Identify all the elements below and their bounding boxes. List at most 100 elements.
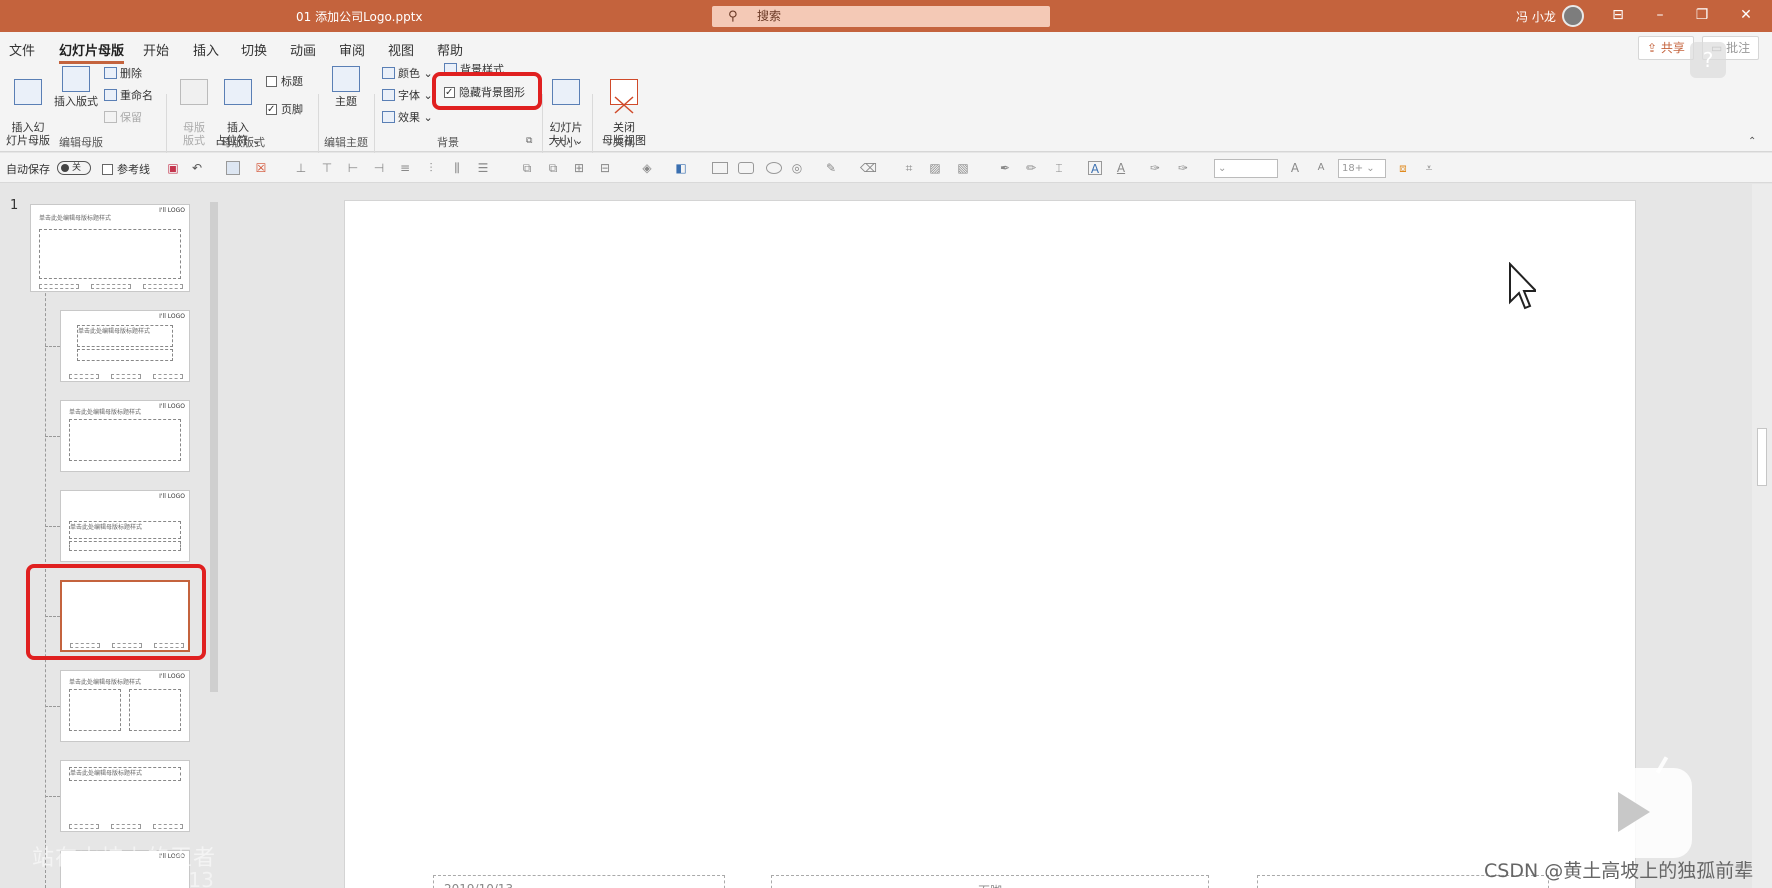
delete-button[interactable]: 删除 (104, 66, 142, 82)
insert-layout-button[interactable]: 插入版式 (52, 66, 100, 108)
font-color-icon[interactable]: A (1114, 161, 1128, 175)
thumbnail-footer (91, 284, 131, 289)
decrease-font-icon[interactable]: A (1314, 161, 1328, 175)
fonts-label: 字体 ⌄ (398, 89, 433, 102)
pencil-icon[interactable]: ✏ (1024, 161, 1038, 175)
autosave-toggle[interactable]: 关 (57, 161, 91, 175)
slide-master-thumbnail[interactable]: I'll LOGO 单击此处编辑母版标题样式 (30, 204, 190, 292)
guides-checkbox-box[interactable] (102, 164, 113, 175)
send-backward-icon[interactable]: ⧉ (546, 161, 560, 175)
tab-slide-master[interactable]: 幻灯片母版 (59, 40, 125, 64)
layout-thumbnail-section-header[interactable]: I'll LOGO 单击此处编辑母版标题样式 (60, 490, 190, 562)
guides-checkbox[interactable]: 参考线 (102, 161, 150, 177)
close-x-icon (614, 96, 634, 114)
oval-icon[interactable] (766, 162, 782, 174)
freeform-icon[interactable]: ✎ (824, 161, 838, 175)
title-checkbox-label: 标题 (281, 75, 303, 88)
thumbnail-body-left (69, 689, 121, 731)
footer-placeholder[interactable]: 页脚 (771, 875, 1209, 888)
align-right-icon[interactable]: ⊣ (372, 161, 386, 175)
rename-label: 重命名 (120, 89, 153, 102)
eraser-icon[interactable]: ⌫ (860, 161, 877, 175)
tab-file[interactable]: 文件 (9, 40, 35, 59)
align-bottom-icon[interactable]: ⊥ (294, 161, 308, 175)
footer-checkbox-box[interactable] (266, 102, 277, 118)
tab-animations[interactable]: 动画 (290, 40, 316, 59)
align-middle-icon[interactable]: ≡ (398, 161, 412, 175)
search-box[interactable]: ⚲ 搜索 (712, 6, 1050, 27)
theme-button[interactable]: 主题 (326, 66, 366, 108)
pen-icon[interactable]: ✒ (998, 161, 1012, 175)
footer-checkbox[interactable]: 页脚 (266, 102, 303, 118)
font-size-combo[interactable]: 18+ ⌄ (1338, 159, 1386, 178)
shape-outline-icon[interactable]: ◧ (674, 161, 688, 175)
layout-tree-tick (45, 706, 60, 707)
tab-help[interactable]: 帮助 (437, 40, 463, 59)
tab-transitions[interactable]: 切换 (241, 40, 267, 59)
avatar[interactable] (1562, 5, 1584, 27)
canvas-scrollbar[interactable] (1752, 184, 1772, 888)
ungroup-icon[interactable]: ⊟ (598, 161, 612, 175)
preserve-button[interactable]: 保留 (104, 110, 142, 126)
rename-button[interactable]: 重命名 (104, 88, 153, 104)
close-master-view-icon (610, 79, 638, 114)
align-center-icon[interactable]: ⫶ (424, 161, 438, 175)
title-checkbox[interactable]: 标题 (266, 74, 303, 90)
rounded-rectangle-icon[interactable] (738, 162, 754, 174)
font-name-combo[interactable]: ⌄ (1214, 159, 1278, 178)
arrange-icon[interactable]: ⧈ (1396, 161, 1410, 175)
layout-thumbnail-two-content[interactable]: I'll LOGO 单击此处编辑母版标题样式 (60, 670, 190, 742)
effects-button[interactable]: 效果 ⌄ (382, 110, 433, 126)
shapes-icon[interactable]: ◎ (790, 161, 804, 175)
date-placeholder[interactable]: 2019/10/13 (433, 875, 725, 888)
fonts-button[interactable]: 字体 ⌄ (382, 88, 433, 104)
tab-view[interactable]: 视图 (388, 40, 414, 59)
minimize-icon[interactable]: – (1650, 7, 1670, 23)
normal-view-icon[interactable] (226, 161, 240, 175)
undo-icon[interactable]: ↶ (190, 161, 204, 175)
dialog-launcher-icon[interactable]: ⧉ (526, 136, 532, 146)
eyedropper-icon[interactable]: ✑ (1148, 161, 1162, 175)
picture-frame-icon[interactable]: ▧ (956, 161, 970, 175)
highlight-hide-background-graphics (432, 72, 542, 110)
close-view-icon[interactable]: ☒ (254, 161, 268, 175)
user-name[interactable]: 冯 小龙 (1516, 8, 1556, 25)
layout-thumbnail-title-only[interactable]: 单击此处编辑母版标题样式 (60, 760, 190, 832)
save-icon[interactable]: ▣ (166, 161, 180, 175)
rectangle-icon[interactable] (712, 162, 728, 174)
title-checkbox-box[interactable] (266, 76, 277, 87)
textbox-icon[interactable]: A (1088, 161, 1102, 176)
layout-thumbnail-title[interactable]: I'll LOGO 单击此处编辑母版标题样式 (60, 310, 190, 382)
close-window-icon[interactable]: ✕ (1736, 7, 1756, 23)
ribbon-display-options-icon[interactable]: ⊟ (1608, 7, 1628, 23)
collapse-ribbon-icon[interactable]: ⌃ (1748, 136, 1756, 147)
distribute-horizontal-icon[interactable]: ⫼ (450, 161, 464, 175)
theme-label: 主题 (335, 95, 357, 108)
colors-button[interactable]: 颜色 ⌄ (382, 66, 433, 82)
shape-fill-icon[interactable]: ◈ (640, 161, 654, 175)
canvas-scrollbar-thumb[interactable] (1757, 428, 1767, 486)
customize-toolbar-icon[interactable]: ⩡ (1422, 161, 1436, 175)
increase-font-icon[interactable]: A (1288, 161, 1302, 175)
highlighter-icon[interactable]: ⌶ (1052, 161, 1066, 175)
tab-home[interactable]: 开始 (143, 40, 169, 59)
layout-thumbnail-title-content[interactable]: I'll LOGO 单击此处编辑母版标题样式 (60, 400, 190, 472)
align-top-icon[interactable]: ⊤ (320, 161, 334, 175)
help-icon[interactable]: ? (1690, 42, 1726, 78)
tab-insert[interactable]: 插入 (193, 40, 219, 59)
picture-icon[interactable]: ▨ (928, 161, 942, 175)
distribute-vertical-icon[interactable]: ☰ (476, 161, 490, 175)
thumbnail-scrollbar[interactable] (208, 190, 220, 888)
restore-icon[interactable]: ❐ (1692, 7, 1712, 23)
thumbnail-body-placeholder (69, 419, 181, 461)
share-button[interactable]: ⇪ 共享 (1638, 36, 1694, 60)
bring-forward-icon[interactable]: ⧉ (520, 161, 534, 175)
layout-thumbnail-blank-selected[interactable] (60, 580, 190, 652)
slide-canvas[interactable]: 2019/10/13 页脚 (344, 200, 1636, 888)
crop-icon[interactable]: ⌗ (902, 161, 916, 175)
eyedropper-2-icon[interactable]: ✑ (1176, 161, 1190, 175)
align-left-icon[interactable]: ⊢ (346, 161, 360, 175)
group-icon[interactable]: ⊞ (572, 161, 586, 175)
thumbnail-scrollbar-thumb[interactable] (210, 202, 218, 692)
tab-review[interactable]: 审阅 (339, 40, 365, 59)
